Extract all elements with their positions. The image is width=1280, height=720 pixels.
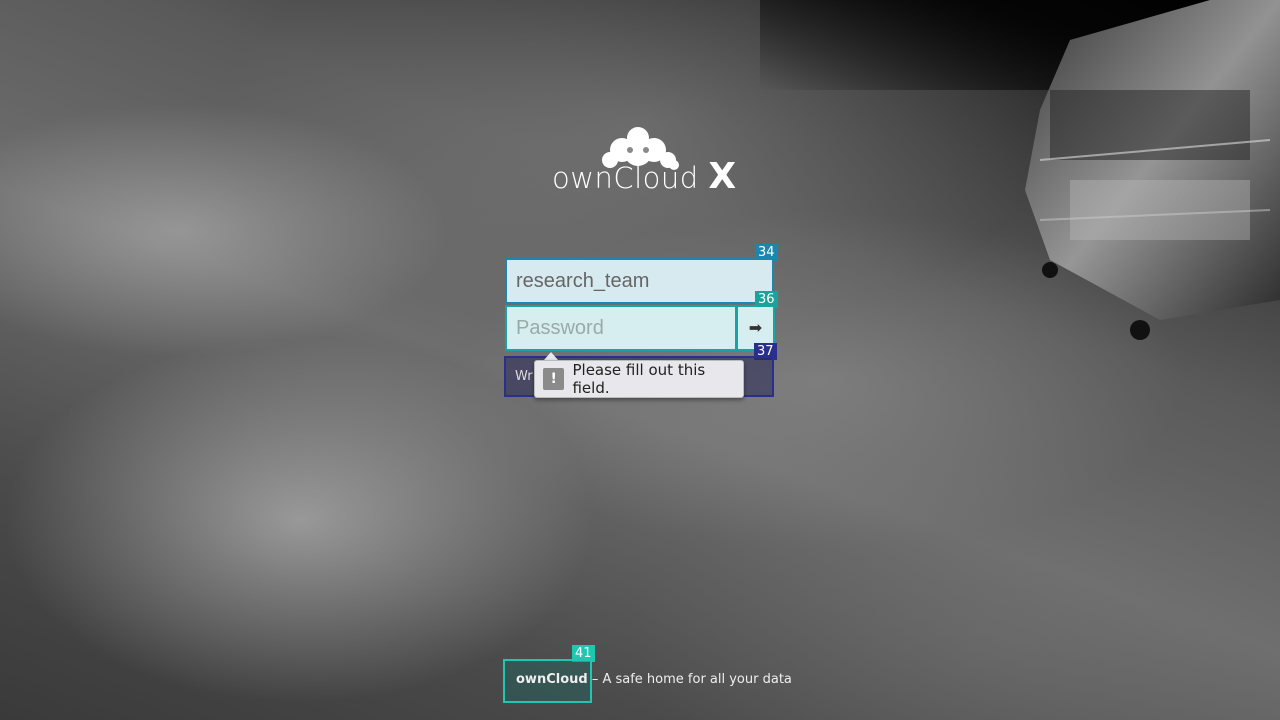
footer: ownCloud – A safe home for all your data [516, 672, 792, 687]
tooltip-text: Please fill out this field. [572, 361, 706, 397]
footer-tagline: – A safe home for all your data [587, 672, 792, 687]
footer-link-text[interactable]: ownCloud [516, 672, 588, 687]
warning-icon: ! [543, 368, 565, 390]
username-field[interactable]: research_team [505, 258, 774, 304]
username-value: research_team [516, 269, 650, 292]
validation-tooltip: ! Please fill out this field. [534, 360, 744, 398]
satellite-image [1025, 0, 1280, 340]
tooltip-arrow [544, 352, 558, 360]
arrow-right-icon: ➡ [748, 320, 763, 337]
logo-wordmark: ownCloud X [552, 156, 737, 197]
password-placeholder: Password [516, 316, 604, 339]
password-field[interactable]: Password [505, 305, 737, 351]
